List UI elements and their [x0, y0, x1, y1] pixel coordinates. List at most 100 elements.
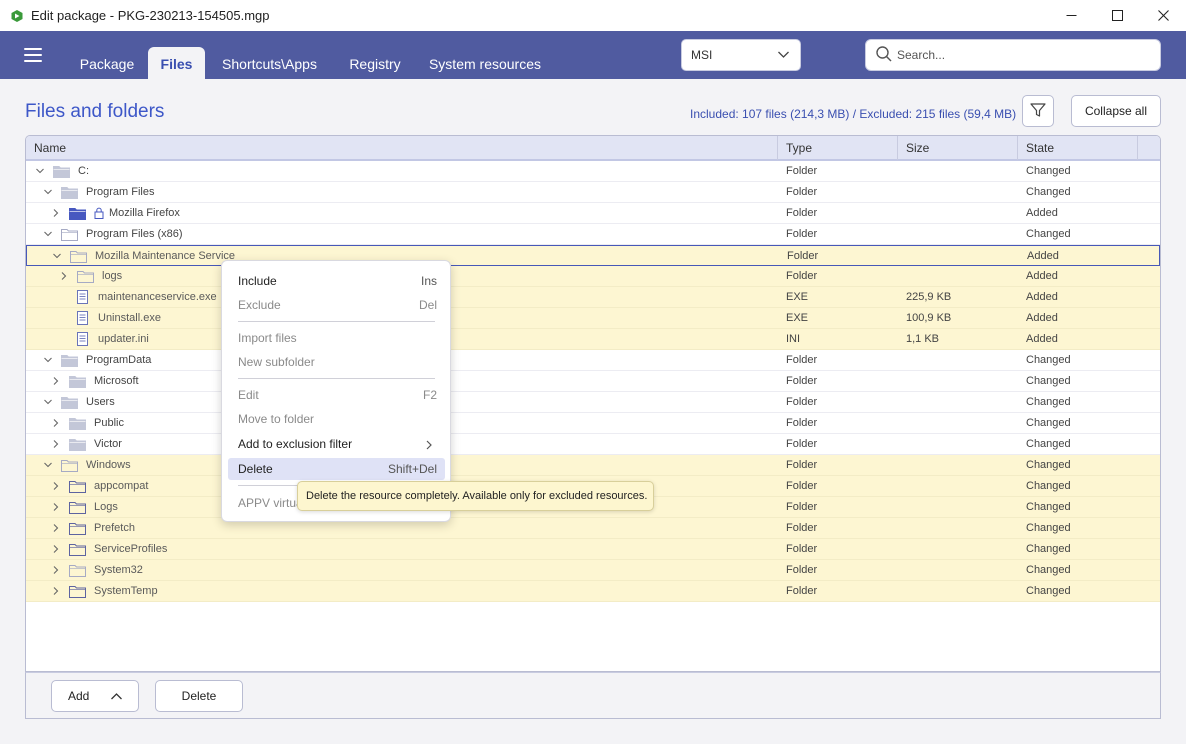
folder-icon [70, 250, 87, 263]
menu-item-label: Add to exclusion filter [238, 437, 353, 451]
tab-registry[interactable]: Registry [339, 47, 411, 79]
chevron-right-icon[interactable] [51, 208, 61, 218]
menu-item-edit[interactable]: Edit F2 [228, 384, 445, 406]
size-cell: 1,1 KB [906, 333, 940, 345]
state-cell: Changed [1026, 585, 1071, 597]
column-header-name[interactable]: Name [26, 136, 778, 160]
page-title: Files and folders [25, 101, 165, 122]
filter-button[interactable] [1022, 95, 1054, 127]
menu-separator [238, 378, 435, 379]
table-row[interactable]: Microsoft Folder Changed [26, 371, 1160, 392]
chevron-down-icon[interactable] [43, 229, 53, 239]
state-cell: Changed [1026, 522, 1071, 534]
add-button[interactable]: Add [51, 680, 139, 712]
menu-item-include[interactable]: Include Ins [228, 270, 445, 292]
grid-rows: C: Folder Changed Program Files Folder Change… [26, 161, 1160, 602]
table-row[interactable]: maintenanceservice.exe EXE 225,9 KB Added [26, 287, 1160, 308]
collapse-all-button[interactable]: Collapse all [1071, 95, 1161, 127]
folder-icon [77, 270, 94, 283]
table-row[interactable]: ServiceProfiles Folder Changed [26, 539, 1160, 560]
file-counts: Included: 107 files (214,3 MB) / Exclude… [690, 107, 1017, 121]
menu-item-delete[interactable]: Delete Shift+Del [228, 458, 445, 480]
name-cell: Users [26, 392, 115, 412]
file-icon [77, 332, 88, 346]
table-row[interactable]: System32 Folder Changed [26, 560, 1160, 581]
state-cell: Changed [1026, 501, 1071, 513]
table-row[interactable]: logs Folder Added [26, 266, 1160, 287]
folder-icon [53, 165, 70, 178]
chevron-down-icon[interactable] [35, 166, 45, 176]
folder-icon [69, 438, 86, 451]
name-cell: Windows [26, 455, 131, 475]
close-icon[interactable] [1140, 0, 1186, 31]
item-name: Logs [94, 501, 118, 513]
chevron-right-icon[interactable] [51, 565, 61, 575]
package-format-select[interactable]: MSI [681, 39, 801, 71]
minimize-icon[interactable] [1048, 0, 1094, 31]
search-input[interactable] [897, 48, 1137, 62]
tab-shortcuts-apps[interactable]: Shortcuts\Apps [212, 47, 327, 79]
table-row[interactable]: Mozilla Firefox Folder Added [26, 203, 1160, 224]
table-row[interactable]: SystemTemp Folder Changed [26, 581, 1160, 602]
table-row[interactable]: Program Files Folder Changed [26, 182, 1160, 203]
tab-package[interactable]: Package [69, 47, 145, 79]
item-name: ServiceProfiles [94, 543, 168, 555]
name-cell: maintenanceservice.exe [26, 287, 217, 307]
chevron-down-icon[interactable] [43, 397, 53, 407]
column-header-type[interactable]: Type [778, 136, 898, 160]
chevron-down-icon[interactable] [43, 187, 53, 197]
state-cell: Changed [1026, 543, 1071, 555]
folder-icon [69, 522, 86, 535]
table-row[interactable]: ProgramData Folder Changed [26, 350, 1160, 371]
chevron-right-icon[interactable] [51, 376, 61, 386]
tab-system-resources[interactable]: System resources [421, 47, 549, 79]
type-cell: Folder [786, 354, 818, 366]
chevron-up-icon[interactable] [110, 690, 123, 706]
search-field[interactable] [865, 39, 1161, 71]
chevron-right-icon[interactable] [51, 439, 61, 449]
table-row[interactable]: Prefetch Folder Changed [26, 518, 1160, 539]
state-cell: Changed [1026, 228, 1071, 240]
folder-icon [69, 564, 86, 577]
size-cell: 225,9 KB [906, 291, 952, 303]
table-row[interactable]: Users Folder Changed [26, 392, 1160, 413]
state-cell: Added [1026, 333, 1058, 345]
name-cell: Mozilla Maintenance Service [27, 246, 235, 266]
files-tree-grid: Name Type Size State C: Folder Changed Prog… [25, 135, 1161, 672]
chevron-right-icon[interactable] [51, 418, 61, 428]
table-row[interactable]: Windows Folder Changed [26, 455, 1160, 476]
chevron-right-icon[interactable] [51, 523, 61, 533]
table-row[interactable]: updater.ini INI 1,1 KB Added [26, 329, 1160, 350]
chevron-right-icon[interactable] [51, 502, 61, 512]
folder-icon [69, 417, 86, 430]
chevron-right-icon[interactable] [59, 271, 69, 281]
table-row[interactable]: C: Folder Changed [26, 161, 1160, 182]
menu-item-add-to-exclusion-filter[interactable]: Add to exclusion filter [228, 433, 445, 455]
menu-item-new-subfolder[interactable]: New subfolder [228, 351, 445, 373]
chevron-down-icon[interactable] [43, 460, 53, 470]
menu-item-import-files[interactable]: Import files [228, 327, 445, 349]
item-name: Windows [86, 459, 131, 471]
tab-files[interactable]: Files [148, 47, 205, 79]
lock-icon [94, 207, 104, 219]
column-header-size[interactable]: Size [898, 136, 1018, 160]
menu-item-exclude[interactable]: Exclude Del [228, 294, 445, 316]
table-row[interactable]: Public Folder Changed [26, 413, 1160, 434]
hamburger-menu-icon[interactable] [24, 48, 42, 62]
table-row[interactable]: Uninstall.exe EXE 100,9 KB Added [26, 308, 1160, 329]
maximize-icon[interactable] [1094, 0, 1140, 31]
column-header-state[interactable]: State [1018, 136, 1138, 160]
type-cell: Folder [786, 417, 818, 429]
chevron-down-icon[interactable] [52, 251, 62, 261]
item-name: maintenanceservice.exe [98, 291, 217, 303]
table-row[interactable]: Mozilla Maintenance Service Folder Added [26, 245, 1160, 266]
table-row[interactable]: Program Files (x86) Folder Changed [26, 224, 1160, 245]
delete-button[interactable]: Delete [155, 680, 243, 712]
chevron-right-icon[interactable] [51, 544, 61, 554]
table-row[interactable]: Victor Folder Changed [26, 434, 1160, 455]
chevron-right-icon[interactable] [51, 586, 61, 596]
chevron-right-icon[interactable] [51, 481, 61, 491]
name-cell: Public [26, 413, 124, 433]
menu-item-move-to-folder[interactable]: Move to folder [228, 408, 445, 430]
chevron-down-icon[interactable] [43, 355, 53, 365]
